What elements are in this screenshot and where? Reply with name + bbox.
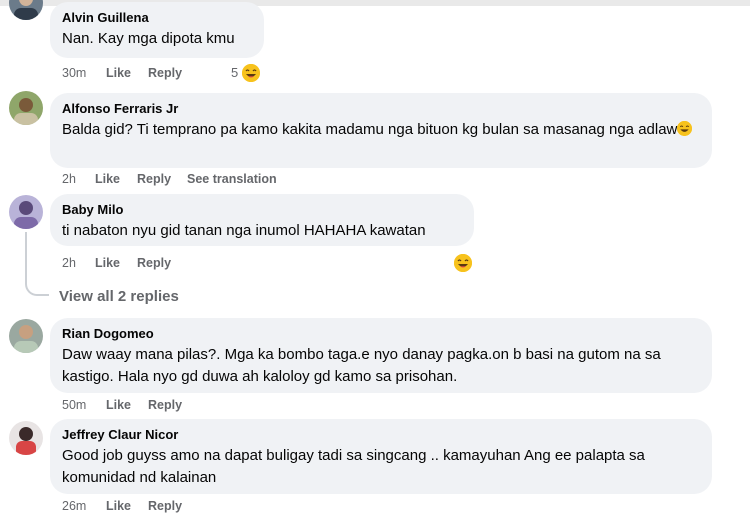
comment-bubble: Jeffrey Claur Nicor Good job guyss amo n…: [50, 419, 712, 494]
comment-author[interactable]: Baby Milo: [62, 202, 462, 218]
comment-bubble: Rian Dogomeo Daw waay mana pilas?. Mga k…: [50, 318, 712, 393]
like-button[interactable]: Like: [95, 255, 120, 271]
thread-connector: [25, 270, 49, 296]
comment-timestamp[interactable]: 26m: [62, 498, 86, 514]
avatar[interactable]: [9, 421, 43, 455]
comment-timestamp[interactable]: 50m: [62, 397, 86, 413]
like-button[interactable]: Like: [106, 397, 131, 413]
comment-text: Nan. Kay mga dipota kmu: [62, 30, 235, 47]
comment-timestamp[interactable]: 30m: [62, 65, 86, 81]
avatar[interactable]: [9, 0, 43, 20]
reply-button[interactable]: Reply: [148, 65, 182, 81]
comment-bubble: Baby Milo ti nabaton nyu gid tanan nga i…: [50, 194, 474, 246]
comment-text-body: Balda gid? Ti temprano pa kamo kakita ma…: [62, 121, 678, 138]
like-button[interactable]: Like: [106, 65, 131, 81]
see-translation-link[interactable]: See translation: [187, 171, 277, 187]
avatar[interactable]: [9, 319, 43, 353]
comment-author[interactable]: Jeffrey Claur Nicor: [62, 427, 700, 443]
avatar[interactable]: [9, 91, 43, 125]
comment-actions: 26m Like Reply: [62, 498, 262, 514]
comment-actions: 2h Like Reply: [62, 255, 262, 271]
comment-author[interactable]: Rian Dogomeo: [62, 326, 700, 342]
comment-actions: 2h Like Reply See translation: [62, 171, 362, 187]
comment-timestamp[interactable]: 2h: [62, 171, 76, 187]
reply-button[interactable]: Reply: [137, 255, 171, 271]
laughing-emoji-icon[interactable]: [242, 64, 260, 82]
comment-timestamp[interactable]: 2h: [62, 255, 76, 271]
reaction-count[interactable]: 5: [231, 65, 238, 80]
avatar[interactable]: [9, 195, 43, 229]
comment-text: Daw waay mana pilas?. Mga ka bombo taga.…: [62, 346, 661, 385]
comment-bubble: Alvin Guillena Nan. Kay mga dipota kmu: [50, 2, 264, 58]
comment-author[interactable]: Alvin Guillena: [62, 10, 252, 26]
comment-actions: 50m Like Reply: [62, 397, 262, 413]
reply-button[interactable]: Reply: [148, 397, 182, 413]
view-replies-link[interactable]: View all 2 replies: [59, 288, 179, 305]
comment-author[interactable]: Alfonso Ferraris Jr: [62, 101, 700, 117]
like-button[interactable]: Like: [106, 498, 131, 514]
laughing-emoji-icon[interactable]: [454, 254, 472, 272]
comment-bubble: Alfonso Ferraris Jr Balda gid? Ti tempra…: [50, 93, 712, 168]
reply-button[interactable]: Reply: [137, 171, 171, 187]
like-button[interactable]: Like: [95, 171, 120, 187]
laughing-emoji-icon: [677, 121, 693, 136]
comment-text: Good job guyss amo na dapat buligay tadi…: [62, 447, 645, 486]
comment-text: ti nabaton nyu gid tanan nga inumol HAHA…: [62, 222, 426, 239]
reply-button[interactable]: Reply: [148, 498, 182, 514]
comment-text: Balda gid? Ti temprano pa kamo kakita ma…: [62, 119, 700, 141]
